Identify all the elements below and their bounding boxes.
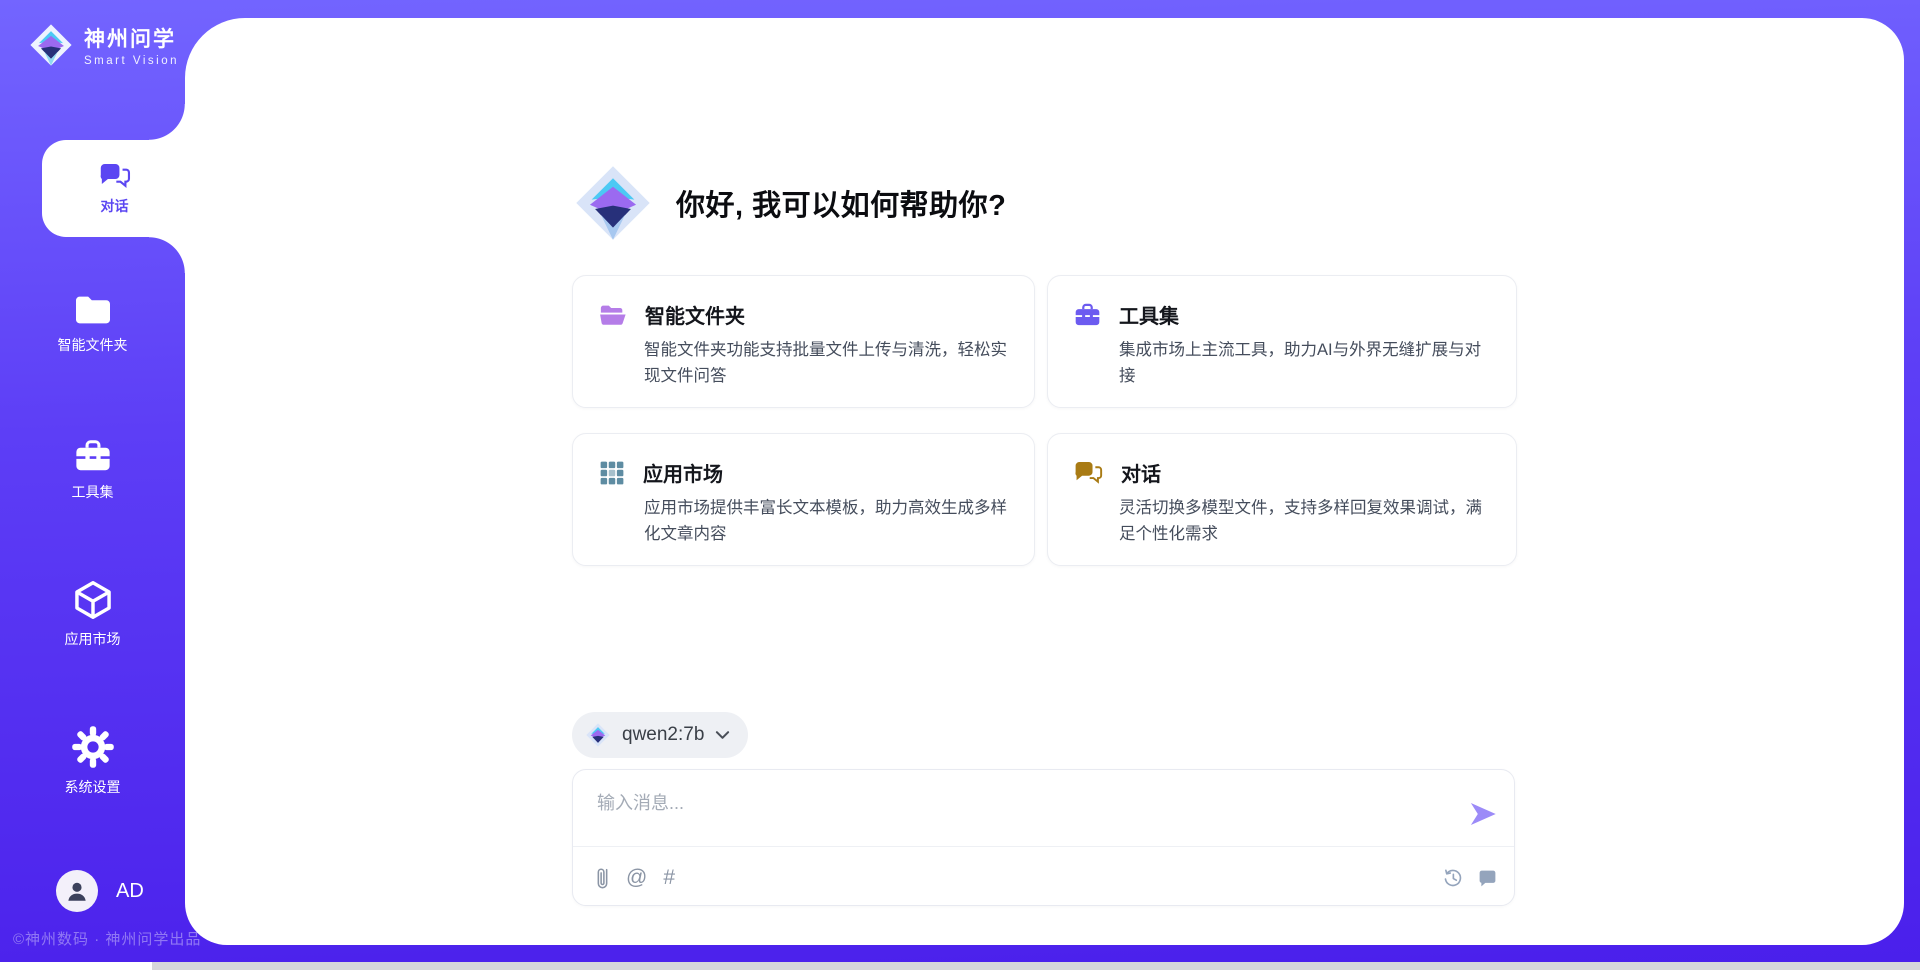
history-icon	[1442, 867, 1464, 889]
greeting-text: 你好, 我可以如何帮助你?	[676, 182, 1006, 224]
at-icon: @	[626, 866, 647, 890]
scrollbar-thumb[interactable]	[0, 962, 152, 970]
sidebar-item-label: 对话	[101, 196, 129, 216]
card-app-market[interactable]: 应用市场 应用市场提供丰富长文本模板，助力高效生成多样化文章内容	[572, 433, 1035, 566]
gear-icon	[71, 725, 115, 769]
sidebar-item-app-market[interactable]: 应用市场	[0, 579, 185, 649]
active-tab-fillet-bottom	[149, 237, 185, 273]
user-name: AD	[116, 880, 144, 903]
send-button[interactable]	[1468, 798, 1500, 830]
brand-subtitle: Smart Vision	[84, 55, 179, 67]
briefcase-icon	[1074, 302, 1101, 328]
card-description: 集成市场上主流工具，助力AI与外界无缝扩展与对接	[1119, 338, 1492, 389]
sidebar-item-toolset[interactable]: 工具集	[0, 438, 185, 502]
card-title: 对话	[1121, 458, 1161, 487]
brand: 神州问学 Smart Vision	[28, 22, 179, 68]
card-chat[interactable]: 对话 灵活切换多模型文件，支持多样回复效果调试，满足个性化需求	[1047, 433, 1517, 566]
main-content-panel: 你好, 我可以如何帮助你? 智能文件夹 智能文件夹功能支持批量文件上传与清洗，轻…	[185, 18, 1904, 945]
copyright-text: ©神州数码 · 神州问学出品	[13, 928, 201, 949]
horizontal-scrollbar[interactable]	[0, 962, 1920, 970]
mention-button[interactable]: @	[626, 866, 647, 890]
history-button[interactable]	[1442, 867, 1464, 889]
briefcase-icon	[74, 438, 112, 474]
sidebar-item-label: 工具集	[72, 482, 114, 502]
card-title: 智能文件夹	[645, 300, 745, 329]
send-icon	[1468, 799, 1500, 829]
user-account[interactable]: AD	[56, 870, 144, 912]
card-title: 工具集	[1119, 300, 1179, 329]
message-input[interactable]	[573, 770, 1514, 844]
brand-logo-icon	[28, 22, 74, 68]
sidebar-item-label: 应用市场	[65, 629, 121, 649]
brand-name: 神州问学	[84, 23, 179, 53]
model-logo-icon	[585, 722, 611, 748]
app-logo-icon	[572, 162, 654, 244]
sidebar-item-chat[interactable]: 对话	[42, 140, 187, 237]
model-selector[interactable]: qwen2:7b	[572, 712, 748, 758]
card-toolset[interactable]: 工具集 集成市场上主流工具，助力AI与外界无缝扩展与对接	[1047, 275, 1517, 408]
composer-toolbar: @ #	[595, 858, 1498, 898]
folder-open-icon	[599, 303, 627, 327]
card-description: 智能文件夹功能支持批量文件上传与清洗，轻松实现文件问答	[644, 338, 1010, 389]
hash-icon: #	[663, 866, 675, 890]
sidebar-item-settings[interactable]: 系统设置	[0, 725, 185, 797]
card-title: 应用市场	[643, 458, 723, 487]
composer-divider	[573, 846, 1514, 847]
card-smart-folder[interactable]: 智能文件夹 智能文件夹功能支持批量文件上传与清洗，轻松实现文件问答	[572, 275, 1035, 408]
card-description: 应用市场提供丰富长文本模板，助力高效生成多样化文章内容	[644, 496, 1010, 547]
card-description: 灵活切换多模型文件，支持多样回复效果调试，满足个性化需求	[1119, 496, 1492, 547]
feature-cards: 智能文件夹 智能文件夹功能支持批量文件上传与清洗，轻松实现文件问答 工具集 集成…	[572, 275, 1517, 566]
greeting: 你好, 我可以如何帮助你?	[572, 162, 1006, 244]
paperclip-icon	[595, 866, 610, 890]
active-tab-fillet-top	[149, 104, 185, 140]
chat-bubble-filled-icon	[1477, 868, 1498, 889]
chat-bubbles-icon	[1074, 460, 1103, 485]
cube-icon	[73, 579, 113, 621]
chat-bubbles-icon	[99, 162, 131, 189]
avatar	[56, 870, 98, 912]
message-composer: @ #	[572, 769, 1515, 906]
chevron-down-icon	[715, 730, 730, 740]
sidebar-item-smart-folder[interactable]: 智能文件夹	[0, 293, 185, 355]
quick-phrase-button[interactable]	[1477, 868, 1498, 889]
sidebar-item-label: 智能文件夹	[58, 335, 128, 355]
model-name: qwen2:7b	[622, 724, 704, 746]
app-grid-icon	[599, 460, 625, 486]
sidebar-item-label: 系统设置	[65, 777, 121, 797]
folder-icon	[73, 293, 113, 327]
topic-button[interactable]: #	[663, 866, 675, 890]
attach-file-button[interactable]	[595, 866, 610, 890]
